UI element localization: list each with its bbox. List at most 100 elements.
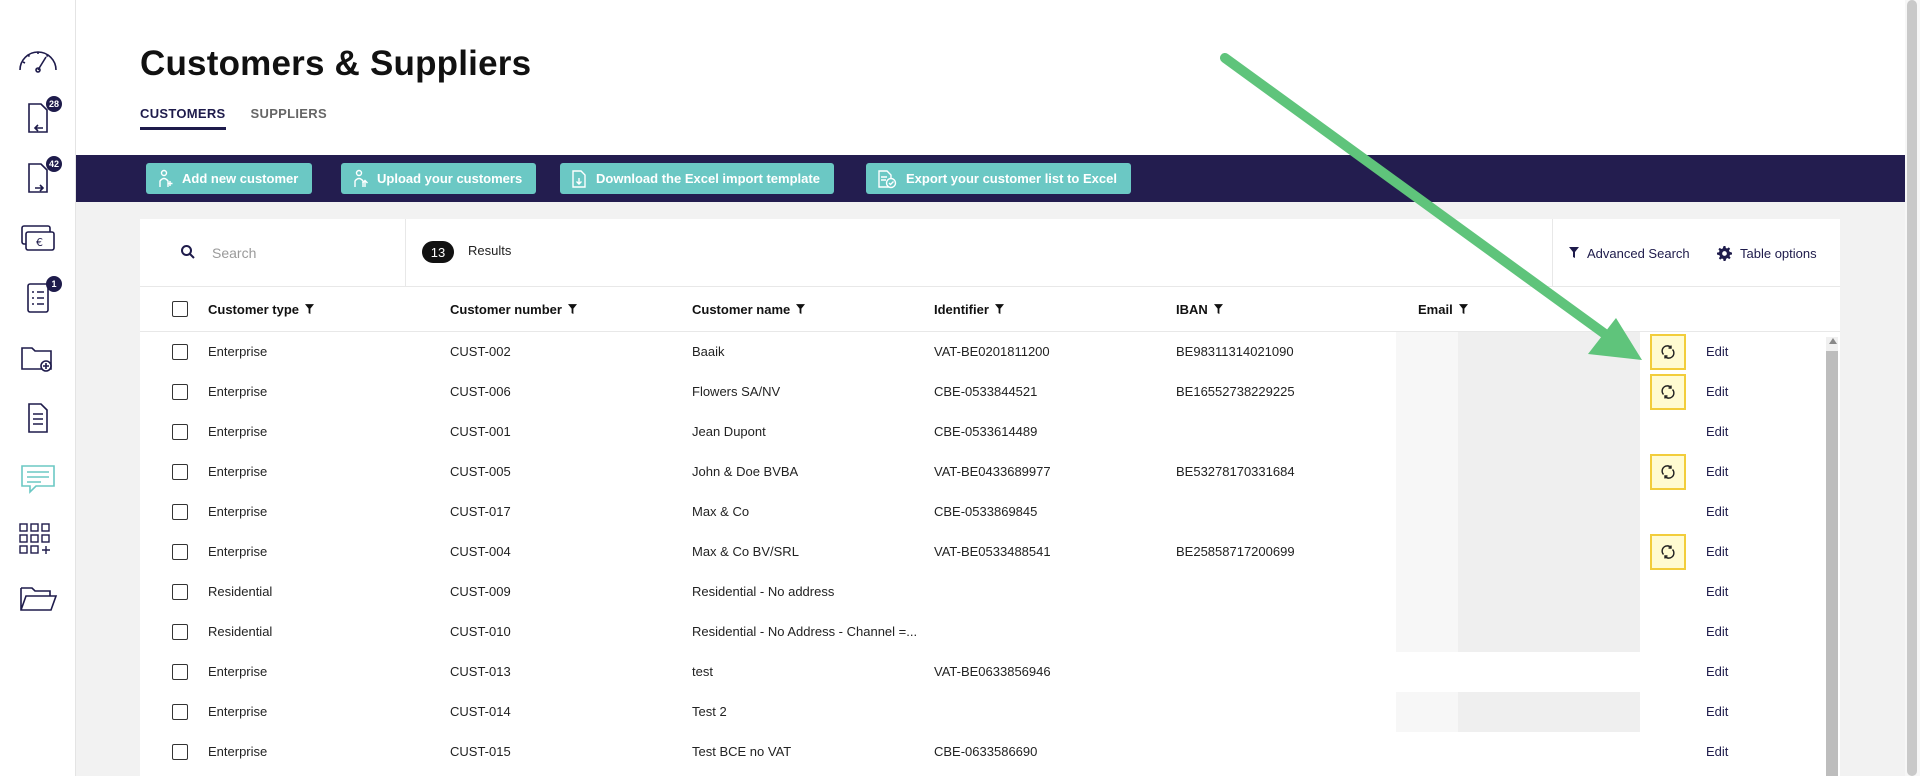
filter-icon[interactable] (1458, 304, 1468, 315)
column-header-customer-type[interactable]: Customer type (208, 302, 315, 317)
sync-icon (1661, 545, 1675, 559)
table-row[interactable]: Enterprise CUST-017 Max & Co CBE-0533869845… (140, 492, 1840, 532)
email-redacted (1458, 332, 1640, 372)
row-checkbox[interactable] (172, 744, 188, 760)
table-options-label: Table options (1740, 245, 1817, 261)
table-body: Enterprise CUST-002 Baaik VAT-BE0201811200 B… (140, 332, 1840, 776)
edit-link[interactable]: Edit (1706, 744, 1728, 759)
filter-icon (1569, 247, 1579, 258)
cell-number: CUST-017 (450, 504, 511, 519)
row-checkbox[interactable] (172, 664, 188, 680)
edit-link[interactable]: Edit (1706, 584, 1728, 599)
add-new-customer-button[interactable]: Add new customer (146, 163, 313, 194)
row-checkbox[interactable] (172, 544, 188, 560)
upload-customers-button[interactable]: Upload your customers (341, 163, 537, 194)
nav-add-folder[interactable] (14, 334, 62, 382)
scroll-up-arrow[interactable] (1829, 338, 1837, 344)
cell-number: CUST-015 (450, 744, 511, 759)
edit-link[interactable]: Edit (1706, 504, 1728, 519)
advanced-search-button[interactable]: Advanced Search (1552, 219, 1690, 287)
cell-name: Flowers SA/NV (692, 384, 781, 399)
column-header-customer-name[interactable]: Customer name (692, 302, 806, 317)
table-row[interactable]: Enterprise CUST-015 Test BCE no VAT CBE-063… (140, 732, 1840, 772)
nav-payments[interactable]: € (14, 214, 62, 262)
search-box (140, 219, 406, 287)
column-header-identifier[interactable]: Identifier (934, 302, 1004, 317)
row-checkbox[interactable] (172, 464, 188, 480)
edit-link[interactable]: Edit (1706, 424, 1728, 439)
tab-customers[interactable]: CUSTOMERS (140, 106, 226, 130)
table-row[interactable]: Residential CUST-009 Residential - No addr… (140, 572, 1840, 612)
row-checkbox[interactable] (172, 424, 188, 440)
download-template-button[interactable]: Download the Excel import template (560, 163, 834, 194)
row-checkbox[interactable] (172, 344, 188, 360)
cell-type: Enterprise (208, 704, 268, 719)
sync-button[interactable] (1650, 454, 1686, 490)
export-excel-button[interactable]: Export your customer list to Excel (866, 163, 1131, 194)
nav-apps[interactable] (14, 514, 62, 562)
nav-open-folder[interactable] (14, 574, 62, 622)
filter-icon[interactable] (796, 304, 806, 315)
select-all-checkbox[interactable] (172, 301, 188, 317)
table-row[interactable]: Enterprise CUST-002 Baaik VAT-BE0201811200 B… (140, 332, 1840, 372)
row-checkbox[interactable] (172, 384, 188, 400)
nav-outgoing-documents[interactable]: 42 (14, 154, 62, 202)
email-redacted (1396, 612, 1458, 652)
column-header-customer-number[interactable]: Customer number (450, 302, 577, 317)
cell-iban: BE25858717200699 (1176, 544, 1295, 559)
edit-link[interactable]: Edit (1706, 664, 1728, 679)
email-redacted (1458, 452, 1640, 492)
customers-table-card: 13 Results Advanced Search Table options… (140, 219, 1840, 776)
edit-link[interactable]: Edit (1706, 384, 1728, 399)
edit-link[interactable]: Edit (1706, 344, 1728, 359)
search-input[interactable] (212, 241, 392, 265)
table-row[interactable]: Enterprise CUST-013 test VAT-BE0633856946 Ed… (140, 652, 1840, 692)
download-document-icon (572, 169, 586, 188)
row-checkbox[interactable] (172, 504, 188, 520)
row-checkbox[interactable] (172, 584, 188, 600)
filter-icon[interactable] (1213, 304, 1223, 315)
filter-icon[interactable] (305, 304, 315, 315)
sync-button[interactable] (1650, 374, 1686, 410)
main-content: Customers & Suppliers CUSTOMERS SUPPLIER… (76, 0, 1905, 776)
nav-checklist[interactable]: 1 (14, 274, 62, 322)
row-checkbox[interactable] (172, 624, 188, 640)
email-redacted (1396, 492, 1458, 532)
edit-link[interactable]: Edit (1706, 624, 1728, 639)
table-row[interactable]: Enterprise CUST-001 Jean Dupont CBE-0533614… (140, 412, 1840, 452)
filter-icon[interactable] (994, 304, 1004, 315)
apps-grid-icon (19, 523, 50, 554)
search-bar: 13 Results Advanced Search Table options (140, 219, 1840, 287)
row-checkbox[interactable] (172, 704, 188, 720)
nav-documents[interactable] (14, 394, 62, 442)
table-row[interactable]: Enterprise CUST-005 John & Doe BVBA VAT-BE0… (140, 452, 1840, 492)
edit-link[interactable]: Edit (1706, 464, 1728, 479)
cell-iban: BE98311314021090 (1176, 344, 1294, 359)
table-row[interactable]: Enterprise CUST-006 Flowers SA/NV CBE-05338… (140, 372, 1840, 412)
email-redacted (1396, 412, 1458, 452)
cell-type: Enterprise (208, 424, 268, 439)
table-scrollbar-thumb[interactable] (1826, 351, 1838, 776)
column-header-iban[interactable]: IBAN (1176, 302, 1223, 317)
table-row[interactable]: Residential CUST-010 Residential - No Addr… (140, 612, 1840, 652)
table-options-button[interactable]: Table options (1717, 219, 1817, 287)
nav-messages[interactable] (14, 454, 62, 502)
page-scrollbar-thumb[interactable] (1907, 0, 1917, 776)
nav-dashboard[interactable] (14, 36, 62, 84)
edit-link[interactable]: Edit (1706, 544, 1728, 559)
table-row[interactable]: Enterprise CUST-004 Max & Co BV/SRL VAT-BE0… (140, 532, 1840, 572)
sync-button[interactable] (1650, 534, 1686, 570)
cell-identifier: CBE-0533844521 (934, 384, 1038, 399)
column-header-label: Identifier (934, 302, 989, 317)
table-row[interactable]: Enterprise CUST-014 Test 2 Edit (140, 692, 1840, 732)
column-header-email[interactable]: Email (1418, 302, 1468, 317)
nav-incoming-documents[interactable]: 28 (14, 94, 62, 142)
edit-link[interactable]: Edit (1706, 704, 1728, 719)
table-header: Customer type Customer number Customer n… (140, 287, 1840, 332)
tab-suppliers[interactable]: SUPPLIERS (251, 106, 327, 130)
sync-icon (1661, 385, 1675, 399)
cell-identifier: VAT-BE0433689977 (934, 464, 1051, 479)
sync-button[interactable] (1650, 334, 1686, 370)
filter-icon[interactable] (567, 304, 577, 315)
email-redacted (1396, 572, 1458, 612)
